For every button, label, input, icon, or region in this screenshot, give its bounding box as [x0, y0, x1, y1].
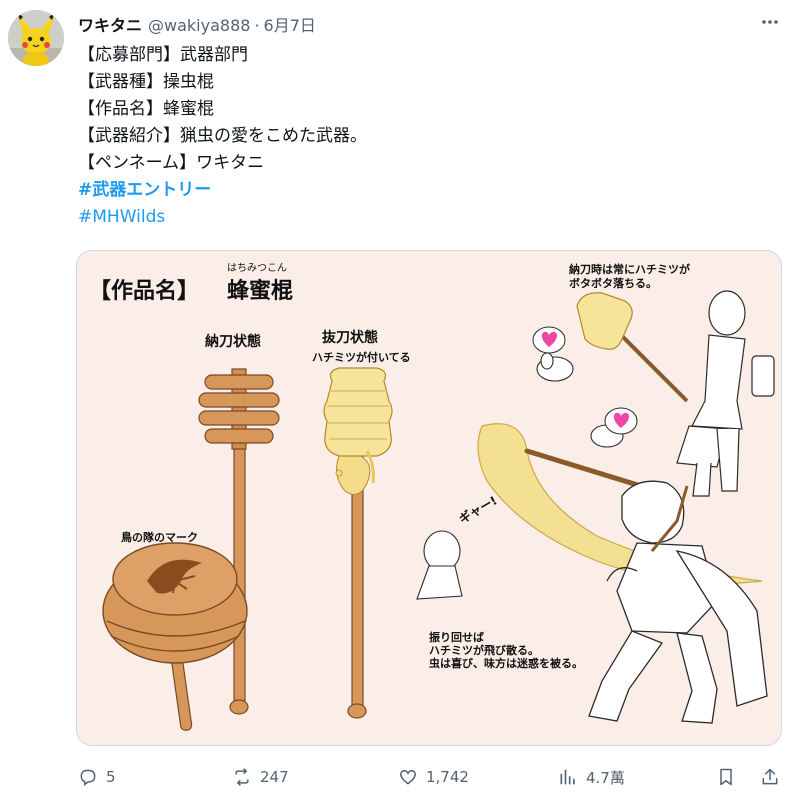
- artwork-title-ruby: はちみつこん: [227, 263, 287, 274]
- tweet-line-weapon-type: 【武器種】操虫棍: [78, 72, 214, 92]
- share-button[interactable]: [760, 762, 780, 792]
- reply-button[interactable]: 5: [78, 762, 116, 792]
- avatar-pikachu-icon: [8, 10, 64, 66]
- bird-mark-dipper-drawing: [102, 542, 248, 731]
- weapon-illustration: [102, 290, 775, 731]
- avatar[interactable]: [8, 10, 64, 66]
- reply-count: 5: [106, 768, 116, 786]
- tweet-header: ワキタニ @wakiya888 · 6月7日: [78, 12, 316, 36]
- tweet-line-work-title: 【作品名】蜂蜜棍: [78, 99, 214, 119]
- tweet-line-category: 【応募部門】武器部門: [78, 45, 248, 65]
- repost-icon: [235, 768, 249, 786]
- view-count: 4.7萬: [586, 768, 625, 787]
- artwork-title-label: 【作品名】: [89, 279, 200, 304]
- drawn-dipper-drawing: [323, 367, 393, 719]
- sheathed-dipper-drawing: [198, 368, 280, 715]
- drawn-sublabel: ハチミツが付いてる: [312, 351, 411, 364]
- reply-icon: [80, 769, 96, 786]
- hashtag-mhwilds[interactable]: #MHWilds: [78, 204, 778, 231]
- bird-mark-label: 鳥の隊のマーク: [121, 531, 198, 544]
- hashtag-weapon-entry[interactable]: #武器エントリー: [78, 177, 778, 204]
- separator-dot: ·: [254, 16, 260, 35]
- tweet-image[interactable]: 【作品名】 はちみつこん 蜂蜜棍 納刀状態 抜刀状態 ハチミツが付いてる 鳥の隊…: [76, 250, 782, 746]
- like-button[interactable]: 1,742: [398, 762, 469, 792]
- share-icon: [762, 768, 778, 785]
- girl-hunter-drawing: [576, 290, 775, 497]
- tweet-line-pen-name: 【ペンネーム】ワキタニ: [78, 153, 265, 173]
- views-icon: [560, 769, 575, 785]
- tweet-line-introduction: 【武器紹介】猟虫の愛をこめた武器。: [78, 126, 367, 146]
- user-handle[interactable]: @wakiya888: [148, 16, 250, 35]
- bookmark-button[interactable]: [716, 762, 736, 792]
- note-bottom-line-3: 虫は喜び、味方は迷惑を被る。: [429, 657, 583, 670]
- like-icon: [399, 770, 417, 785]
- tweet-actions: 5 247 1,742 4.7萬: [0, 762, 799, 792]
- drawn-label: 抜刀状態: [322, 330, 378, 346]
- tweet-date[interactable]: 6月7日: [264, 12, 316, 36]
- repost-button[interactable]: 247: [232, 762, 289, 792]
- bookmark-icon: [720, 768, 732, 786]
- artwork-title: 蜂蜜棍: [227, 279, 294, 304]
- more-icon: [762, 20, 778, 24]
- sheathed-label: 納刀状態: [205, 334, 261, 350]
- like-count: 1,742: [426, 768, 469, 786]
- more-button[interactable]: [752, 8, 788, 36]
- views-button[interactable]: 4.7萬: [558, 762, 625, 792]
- armored-hunter-drawing: [588, 480, 768, 724]
- display-name[interactable]: ワキタニ: [78, 12, 142, 36]
- repost-count: 247: [260, 768, 289, 786]
- note-top-line-2: ボタボタ落ちる。: [569, 277, 657, 290]
- tweet-text: 【応募部門】武器部門 【武器種】操虫棍 【作品名】蜂蜜棍 【武器紹介】猟虫の愛を…: [78, 42, 778, 231]
